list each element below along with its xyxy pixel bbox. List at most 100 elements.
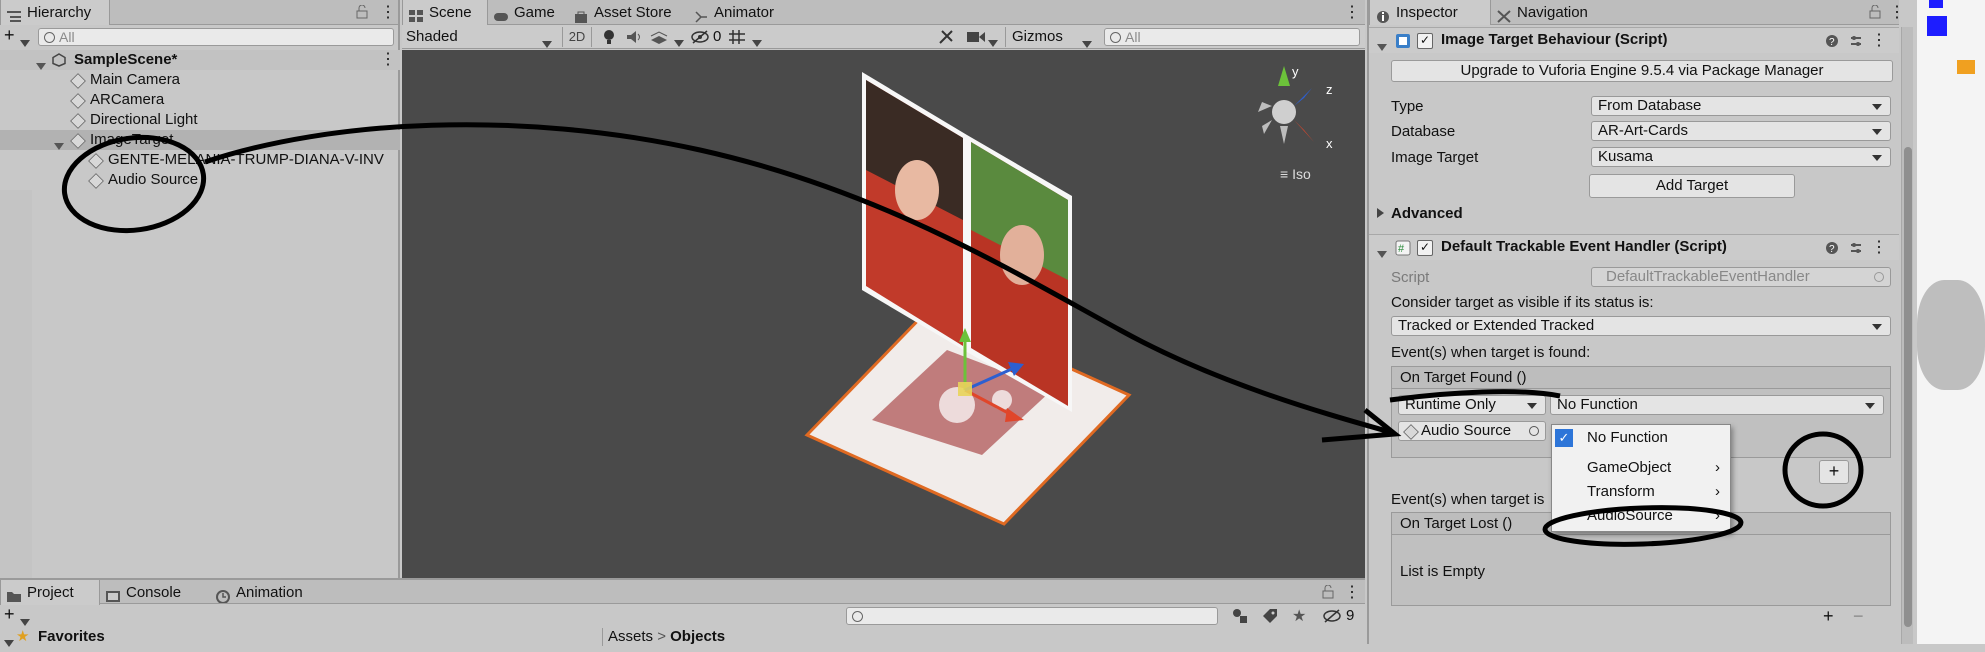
- collapse-arrow-icon[interactable]: [1377, 245, 1387, 262]
- chevron-down-icon[interactable]: [674, 34, 684, 51]
- lock-icon[interactable]: [1322, 584, 1334, 599]
- toggle-2d-button[interactable]: 2D: [562, 27, 592, 47]
- lock-icon[interactable]: [356, 4, 368, 19]
- tab-game[interactable]: Game: [488, 0, 568, 25]
- runtime-mode-value: Runtime Only: [1405, 396, 1496, 413]
- hierarchy-item-selected[interactable]: ImageTarget: [0, 130, 400, 150]
- hidden-packages-icon[interactable]: [1322, 608, 1342, 624]
- grid-toggle-icon[interactable]: [728, 29, 746, 45]
- projection-label: Iso: [1292, 166, 1311, 182]
- tab-animation-label: Animation: [236, 584, 303, 601]
- axis-label-z: z: [1326, 82, 1333, 97]
- shading-mode-dropdown[interactable]: Shaded: [406, 27, 556, 48]
- menu-item-transform[interactable]: Transform ›: [1552, 481, 1730, 503]
- image-target-component-header[interactable]: ✓ Image Target Behaviour (Script) ? ⋮: [1369, 27, 1899, 53]
- component-menu-icon[interactable]: ⋮: [1871, 235, 1887, 260]
- function-dropdown[interactable]: No Function: [1550, 395, 1884, 415]
- remove-event-lost-button[interactable]: −: [1853, 606, 1864, 627]
- event-handler-component-header[interactable]: # ✓ Default Trackable Event Handler (Scr…: [1369, 234, 1899, 260]
- search-by-type-icon[interactable]: [1232, 608, 1248, 624]
- scene-row[interactable]: SampleScene* ⋮: [0, 50, 400, 70]
- scene-menu-icon[interactable]: ⋮: [380, 47, 396, 72]
- tab-animation[interactable]: Animation: [210, 580, 340, 605]
- event-title: On Target Found (): [1400, 369, 1527, 386]
- menu-item-no-function[interactable]: ✓ No Function: [1552, 427, 1730, 449]
- effects-toggle-icon[interactable]: [650, 30, 668, 44]
- hidden-objects-count: 0: [713, 28, 722, 45]
- breadcrumb-current[interactable]: Objects: [670, 628, 725, 645]
- chevron-down-icon[interactable]: [988, 34, 998, 51]
- camera-icon[interactable]: [966, 30, 986, 44]
- runtime-mode-dropdown[interactable]: Runtime Only: [1398, 395, 1546, 415]
- shading-mode-label: Shaded: [406, 28, 458, 45]
- audio-toggle-icon[interactable]: [626, 30, 642, 44]
- label-tag-icon[interactable]: [1262, 608, 1278, 624]
- found-events-label: Event(s) when target is found:: [1391, 344, 1591, 361]
- component-enabled-checkbox[interactable]: ✓: [1417, 240, 1433, 256]
- expand-arrow-icon[interactable]: [4, 634, 14, 652]
- tab-animator[interactable]: Animator: [688, 0, 798, 25]
- tab-project[interactable]: Project: [0, 580, 100, 605]
- target-object-field[interactable]: Audio Source: [1398, 421, 1546, 441]
- hierarchy-search-input[interactable]: All: [38, 28, 394, 46]
- hierarchy-item[interactable]: ARCamera: [0, 90, 400, 110]
- gizmos-dropdown[interactable]: Gizmos: [1005, 27, 1095, 48]
- gameobject-icon: [1403, 424, 1419, 440]
- tab-scene[interactable]: Scene: [402, 0, 488, 25]
- projection-toggle[interactable]: ≡ Iso: [1280, 166, 1311, 182]
- menu-item-gameobject[interactable]: GameObject ›: [1552, 457, 1730, 479]
- blue-square: [1929, 0, 1943, 8]
- database-dropdown[interactable]: AR-Art-Cards: [1591, 121, 1891, 141]
- tab-asset-store[interactable]: Asset Store: [568, 0, 688, 25]
- lighting-toggle-icon[interactable]: [602, 29, 616, 45]
- scene-menu-icon[interactable]: ⋮: [1344, 0, 1360, 25]
- tools-icon[interactable]: [938, 29, 956, 45]
- visibility-status-dropdown[interactable]: Tracked or Extended Tracked: [1391, 316, 1891, 336]
- hierarchy-item[interactable]: Main Camera: [0, 70, 400, 90]
- hierarchy-item[interactable]: Audio Source: [0, 170, 400, 190]
- hierarchy-item[interactable]: Directional Light: [0, 110, 400, 130]
- scrollbar-thumb[interactable]: [1904, 147, 1912, 627]
- chevron-down-icon[interactable]: [20, 34, 30, 51]
- create-asset-button[interactable]: +: [4, 604, 15, 625]
- scene-viewport[interactable]: y z x ≡ Iso: [402, 50, 1365, 578]
- project-menu-icon[interactable]: ⋮: [1344, 580, 1360, 605]
- tab-console[interactable]: Console: [100, 580, 210, 605]
- hierarchy-item[interactable]: GENTE-MELANIA-TRUMP-DIANA-V-INV: [0, 150, 400, 170]
- lock-icon[interactable]: [1869, 4, 1881, 19]
- scene-grid-icon: [409, 6, 423, 22]
- component-menu-icon[interactable]: ⋮: [1871, 28, 1887, 53]
- add-event-button[interactable]: +: [1819, 460, 1849, 484]
- inspector-scrollbar[interactable]: [1901, 27, 1913, 644]
- component-enabled-checkbox[interactable]: ✓: [1417, 33, 1433, 49]
- add-target-button[interactable]: Add Target: [1589, 174, 1795, 198]
- favorite-star-icon[interactable]: ★: [1292, 606, 1306, 626]
- tab-inspector[interactable]: Inspector: [1369, 0, 1491, 25]
- breadcrumb-root[interactable]: Assets: [608, 628, 653, 645]
- hidden-objects-icon[interactable]: [690, 29, 710, 45]
- object-picker-icon[interactable]: [1529, 426, 1539, 436]
- inspector-menu-icon[interactable]: ⋮: [1889, 0, 1905, 25]
- scene-search-input[interactable]: All: [1104, 28, 1360, 46]
- preset-icon[interactable]: [1849, 241, 1863, 255]
- tab-navigation[interactable]: Navigation: [1491, 0, 1621, 25]
- gamepad-icon: [494, 6, 508, 21]
- scene-name: SampleScene*: [74, 51, 178, 68]
- preset-icon[interactable]: [1849, 34, 1863, 48]
- help-icon[interactable]: ?: [1825, 241, 1839, 255]
- menu-item-audiosource[interactable]: AudioSource ›: [1552, 505, 1730, 527]
- add-event-lost-button[interactable]: +: [1823, 606, 1834, 627]
- image-target-dropdown[interactable]: Kusama: [1591, 147, 1891, 167]
- type-dropdown[interactable]: From Database: [1591, 96, 1891, 116]
- tab-hierarchy[interactable]: Hierarchy: [0, 0, 110, 25]
- tab-hierarchy-label: Hierarchy: [27, 4, 92, 21]
- add-object-button[interactable]: +: [4, 25, 15, 46]
- collapse-arrow-icon[interactable]: [1377, 38, 1387, 55]
- favorites-row[interactable]: ★ Favorites: [0, 628, 600, 647]
- upgrade-vuforia-button[interactable]: Upgrade to Vuforia Engine 9.5.4 via Pack…: [1391, 60, 1893, 82]
- project-search-input[interactable]: [846, 607, 1218, 625]
- chevron-down-icon[interactable]: [752, 34, 762, 51]
- function-value: No Function: [1557, 396, 1638, 413]
- help-icon[interactable]: ?: [1825, 34, 1839, 48]
- hierarchy-menu-icon[interactable]: ⋮: [380, 0, 396, 25]
